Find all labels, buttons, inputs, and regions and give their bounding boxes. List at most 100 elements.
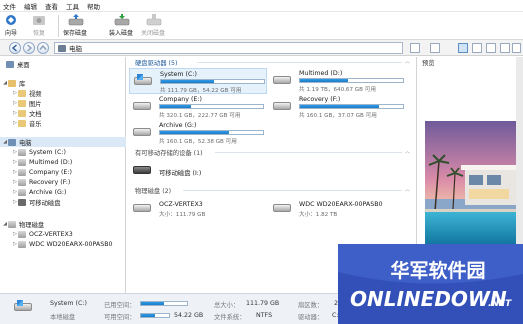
disk-info: 大小：1.82 TB: [299, 212, 338, 218]
view-options-button[interactable]: [410, 43, 420, 53]
tree-label: 电脑: [19, 139, 32, 147]
menu-bar: 文件 编辑 查看 工具 帮助: [0, 0, 523, 12]
load-disk-button[interactable]: 装入磁盘: [109, 14, 133, 37]
preview-title: 预览: [422, 60, 435, 67]
tree-item-computer[interactable]: ◢ 电脑: [0, 137, 126, 147]
menu-help[interactable]: 帮助: [87, 1, 100, 11]
tree-item-physical[interactable]: ◢ 物理磁盘: [2, 219, 44, 229]
drive-tile[interactable]: Company (E:) 共 320.1 GB，222.77 GB 可用: [129, 94, 267, 120]
tree-label: System (C:): [29, 148, 66, 156]
menu-edit[interactable]: 编辑: [24, 1, 37, 11]
tree-label: OCZ-VERTEX3: [29, 230, 73, 238]
status-total-value: 111.79 GB: [246, 300, 280, 307]
group-collapse-icon[interactable]: ︿: [405, 148, 410, 155]
tree-item-desktop[interactable]: 桌面: [6, 59, 30, 69]
disk-tile[interactable]: OCZ-VERTEX3 大小：111.79 GB: [129, 198, 267, 222]
close-disk-button[interactable]: 关闭磁盘: [141, 14, 165, 37]
drive-info: 共 160.1 GB，52.38 GB 可用: [159, 139, 237, 145]
wizard-button[interactable]: 向导: [4, 14, 18, 37]
tree-item-company-e[interactable]: ▷ Company (E:): [12, 167, 72, 177]
tree-item-system-c[interactable]: ▷ System (C:): [12, 147, 66, 157]
group-header-removable[interactable]: 有可移动存储的设备 (1): [135, 148, 203, 157]
drive-name: Company (E:): [159, 96, 202, 103]
disk-tile[interactable]: WDC WD20EARX-00PASB0 大小：1.82 TB: [269, 198, 407, 222]
view-tiles-button[interactable]: [458, 43, 468, 53]
back-button[interactable]: [9, 42, 21, 54]
tree-item-multimed-d[interactable]: ▷ Multimed (D:): [12, 157, 72, 167]
drive-icon: [18, 148, 26, 156]
usage-bar: [160, 79, 265, 84]
menu-view[interactable]: 查看: [45, 1, 58, 11]
tree-item-removable[interactable]: ▷ 可移动磁盘: [12, 197, 60, 207]
tree-item-wdc[interactable]: ▷ WDC WD20EARX-00PASB0: [12, 239, 113, 249]
drive-icon: [273, 99, 291, 112]
tree-label: 库: [19, 80, 26, 88]
drive-tile[interactable]: Archive (G:) 共 160.1 GB，52.38 GB 可用: [129, 120, 267, 146]
drive-icon: [18, 158, 26, 166]
forward-button[interactable]: [23, 42, 35, 54]
drive-icon: [18, 178, 26, 186]
tree-item-documents[interactable]: ▷ 文档: [12, 108, 42, 118]
usage-bar: [159, 130, 264, 135]
up-arrow-icon: [39, 44, 47, 50]
status-letter-label: 驱动器：: [298, 314, 324, 321]
status-drive-name: System (C:): [50, 300, 87, 307]
drive-tile[interactable]: System (C:) 共 111.79 GB，54.22 GB 可用: [129, 68, 267, 94]
restore-button[interactable]: 恢复: [32, 14, 46, 37]
tree-label: 物理磁盘: [19, 221, 45, 229]
library-icon: [8, 79, 16, 87]
save-disk-button[interactable]: 保存磁盘: [63, 14, 87, 37]
view-list-button[interactable]: [430, 43, 440, 53]
disk-icon: [133, 201, 151, 214]
address-path: 电脑: [69, 45, 82, 53]
group-collapse-icon[interactable]: ︿: [405, 58, 410, 65]
group-header-hdd[interactable]: 硬盘驱动器 (5): [135, 58, 177, 67]
help-button[interactable]: [512, 43, 521, 53]
menu-file[interactable]: 文件: [3, 1, 16, 11]
layout-button[interactable]: [500, 43, 510, 53]
drive-tile[interactable]: Multimed (D:) 共 1.19 TB，640.67 GB 可用: [269, 68, 407, 94]
drive-tile[interactable]: Recovery (F:) 共 160.1 GB，37.07 GB 可用: [269, 94, 407, 120]
drive-name: Multimed (D:): [299, 70, 343, 77]
tree-label: 文档: [29, 110, 42, 118]
usage-fill: [300, 105, 380, 108]
usage-fill: [161, 80, 214, 83]
status-free-value: 54.22 GB: [174, 312, 204, 319]
group-collapse-icon[interactable]: ︿: [405, 186, 410, 193]
tree-item-archive-g[interactable]: ▷ Archive (G:): [12, 187, 66, 197]
group-header-physical[interactable]: 物理磁盘 (2): [135, 186, 171, 195]
drive-tile[interactable]: 可移动磁盘 (I:): [129, 160, 267, 182]
usage-bar: [299, 104, 404, 109]
status-sector-label: 扇区数：: [298, 302, 324, 309]
drive-icon: [18, 168, 26, 176]
forward-arrow-icon: [27, 44, 33, 52]
usb-drive-icon: [18, 198, 26, 206]
status-free-bar: [140, 313, 170, 318]
restore-label: 恢复: [32, 30, 45, 37]
tree-item-pictures[interactable]: ▷ 图片: [12, 98, 42, 108]
tree-item-recovery-f[interactable]: ▷ Recovery (F:): [12, 177, 70, 187]
preview-toggle-button[interactable]: [486, 43, 496, 53]
preview-image: [425, 121, 517, 248]
tree-label: Multimed (D:): [29, 158, 73, 166]
drive-name: System (C:): [160, 71, 197, 78]
status-free-label: 可用空间：: [104, 314, 136, 321]
close-disk-icon: [146, 14, 162, 27]
load-disk-label: 装入磁盘: [109, 30, 134, 37]
group-divider: [183, 190, 402, 191]
view-details-button[interactable]: [472, 43, 482, 53]
menu-tools[interactable]: 工具: [66, 1, 79, 11]
status-fs-value: NTFS: [256, 312, 273, 319]
tree-item-music[interactable]: ▷ 音乐: [12, 118, 42, 128]
status-total-label: 总大小：: [214, 302, 240, 309]
drive-icon: [133, 99, 151, 112]
address-input[interactable]: 电脑: [54, 42, 403, 54]
tree-item-ocz[interactable]: ▷ OCZ-VERTEX3: [12, 229, 73, 239]
tree-item-library[interactable]: ◢ 库: [2, 78, 25, 88]
site-logo-watermark: 华军软件园 ONLINEDOWN .NET: [338, 244, 523, 324]
drive-info: 共 160.1 GB，37.07 GB 可用: [299, 113, 377, 119]
tree-item-videos[interactable]: ▷ 视频: [12, 88, 42, 98]
drive-icon: [133, 125, 151, 138]
disk-icon: [18, 230, 26, 238]
up-button[interactable]: [37, 42, 49, 54]
